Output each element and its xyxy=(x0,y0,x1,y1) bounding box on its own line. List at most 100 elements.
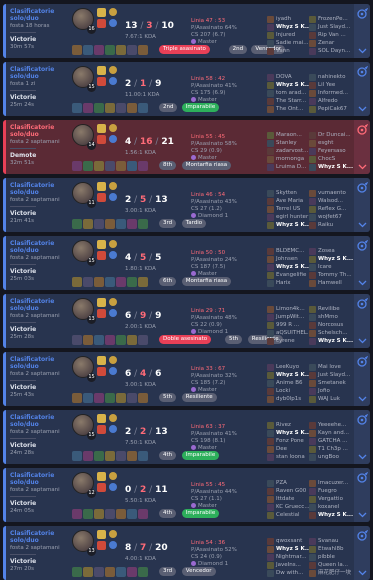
expand-panel[interactable] xyxy=(354,468,370,522)
team-player[interactable]: Queen la... xyxy=(309,561,359,569)
record-replay-icon[interactable] xyxy=(356,240,368,252)
expand-panel[interactable] xyxy=(354,526,370,580)
item-icon[interactable] xyxy=(83,219,93,229)
team-player[interactable]: Norcosus xyxy=(309,321,359,329)
item-icon[interactable] xyxy=(94,219,104,229)
item-icon[interactable] xyxy=(116,335,126,345)
record-replay-icon[interactable] xyxy=(356,8,368,20)
secondary-rune-icon[interactable] xyxy=(109,135,117,143)
match-card[interactable]: Clasificatorie solo/duo fosta 2 saptamani… xyxy=(3,120,370,174)
item-icon[interactable] xyxy=(138,219,148,229)
team-player[interactable]: Whyz S K... xyxy=(309,511,359,519)
keystone-rune-icon[interactable] xyxy=(109,356,117,364)
team-player[interactable]: Just Slayd... xyxy=(309,23,359,31)
item-icon[interactable] xyxy=(105,451,115,461)
match-card[interactable]: Clasificatorie solo/duo fosta 2 saptamani… xyxy=(3,352,370,406)
summoner-spell-ignite-icon[interactable] xyxy=(97,19,106,28)
item-icon[interactable] xyxy=(94,45,104,55)
summoner-spell-ignite-icon[interactable] xyxy=(97,309,106,318)
match-card[interactable]: Clasificatorie solo/duo fosta 1 zi Victori… xyxy=(3,62,370,116)
item-icon[interactable] xyxy=(105,219,115,229)
item-icon[interactable] xyxy=(116,277,126,287)
item-icon[interactable] xyxy=(72,393,82,403)
item-icon[interactable] xyxy=(127,567,137,577)
chevron-down-icon[interactable] xyxy=(358,221,367,228)
summoner-spell-flash-icon[interactable] xyxy=(97,66,106,75)
item-icon[interactable] xyxy=(138,277,148,287)
match-card[interactable]: Clasificatorie solo/duo fosta 2 saptamani… xyxy=(3,468,370,522)
chevron-down-icon[interactable] xyxy=(358,163,367,170)
summoner-spell-ignite-icon[interactable] xyxy=(97,193,106,202)
match-card[interactable]: Clasificatorie solo/duo fosta 18 horas Vic… xyxy=(3,4,370,58)
item-icon[interactable] xyxy=(72,161,82,171)
expand-panel[interactable] xyxy=(354,120,370,174)
summoner-spell-ignite-icon[interactable] xyxy=(97,77,106,86)
keystone-rune-icon[interactable] xyxy=(109,8,117,16)
item-icon[interactable] xyxy=(94,335,104,345)
item-icon[interactable] xyxy=(83,161,93,171)
team-player[interactable]: Imacuzer... xyxy=(309,479,359,487)
match-card[interactable]: Clasificatorie solo/duo fosta 2 saptamani… xyxy=(3,410,370,464)
item-icon[interactable] xyxy=(116,103,126,113)
summoner-spell-ignite-icon[interactable] xyxy=(97,425,106,434)
item-icon[interactable] xyxy=(127,335,137,345)
team-player[interactable]: Yeeeehe... xyxy=(309,421,359,429)
team-player[interactable]: koxanel xyxy=(309,503,359,511)
item-icon[interactable] xyxy=(138,45,148,55)
item-icon[interactable] xyxy=(116,393,126,403)
team-player[interactable]: Hamwell xyxy=(309,279,359,287)
item-icon[interactable] xyxy=(116,509,126,519)
item-icon[interactable] xyxy=(105,277,115,287)
item-icon[interactable] xyxy=(116,567,126,577)
team-player[interactable]: Smetanek xyxy=(309,379,359,387)
summoner-spell-ignite-icon[interactable] xyxy=(97,251,106,260)
chevron-down-icon[interactable] xyxy=(358,453,367,460)
team-player[interactable]: Etwahl8b xyxy=(309,545,359,553)
team-player[interactable]: ChocS xyxy=(309,155,359,163)
item-icon[interactable] xyxy=(72,45,82,55)
item-icon[interactable] xyxy=(72,277,82,287)
team-player[interactable]: WAJ Luk xyxy=(309,395,359,403)
record-replay-icon[interactable] xyxy=(356,472,368,484)
expand-panel[interactable] xyxy=(354,410,370,464)
item-icon[interactable] xyxy=(105,335,115,345)
expand-panel[interactable] xyxy=(354,4,370,58)
team-player[interactable]: SOL Dayn... xyxy=(309,47,359,55)
summoner-spell-flash-icon[interactable] xyxy=(97,124,106,133)
team-player[interactable]: 麻花肥仔一块 xyxy=(309,569,359,577)
expand-panel[interactable] xyxy=(354,294,370,348)
team-player[interactable]: Kayn and... xyxy=(309,429,359,437)
item-icon[interactable] xyxy=(72,509,82,519)
item-icon[interactable] xyxy=(105,567,115,577)
item-icon[interactable] xyxy=(83,103,93,113)
team-player[interactable]: Icare xyxy=(309,263,359,271)
team-player[interactable]: Vergattio xyxy=(309,495,359,503)
item-icon[interactable] xyxy=(72,335,82,345)
secondary-rune-icon[interactable] xyxy=(109,541,117,549)
team-player[interactable]: Whyz S K... xyxy=(309,255,359,263)
keystone-rune-icon[interactable] xyxy=(109,530,117,538)
item-icon[interactable] xyxy=(94,103,104,113)
item-icon[interactable] xyxy=(127,219,137,229)
secondary-rune-icon[interactable] xyxy=(109,425,117,433)
item-icon[interactable] xyxy=(138,335,148,345)
summoner-spell-flash-icon[interactable] xyxy=(97,182,106,191)
item-icon[interactable] xyxy=(72,567,82,577)
item-icon[interactable] xyxy=(138,567,148,577)
team-player[interactable]: T1 Ch3p ... xyxy=(309,445,359,453)
summoner-spell-flash-icon[interactable] xyxy=(97,530,106,539)
team-player[interactable]: esght xyxy=(309,139,359,147)
keystone-rune-icon[interactable] xyxy=(109,240,117,248)
chevron-down-icon[interactable] xyxy=(358,105,367,112)
team-player[interactable]: Jofio xyxy=(309,387,359,395)
chevron-down-icon[interactable] xyxy=(358,569,367,576)
team-player[interactable]: PepiCak67 xyxy=(309,105,359,113)
item-icon[interactable] xyxy=(83,45,93,55)
keystone-rune-icon[interactable] xyxy=(109,472,117,480)
item-icon[interactable] xyxy=(72,451,82,461)
item-icon[interactable] xyxy=(127,103,137,113)
item-icon[interactable] xyxy=(127,277,137,287)
team-player[interactable]: Schelsch... xyxy=(309,329,359,337)
team-player[interactable]: Feyersaso xyxy=(309,147,359,155)
item-icon[interactable] xyxy=(127,393,137,403)
